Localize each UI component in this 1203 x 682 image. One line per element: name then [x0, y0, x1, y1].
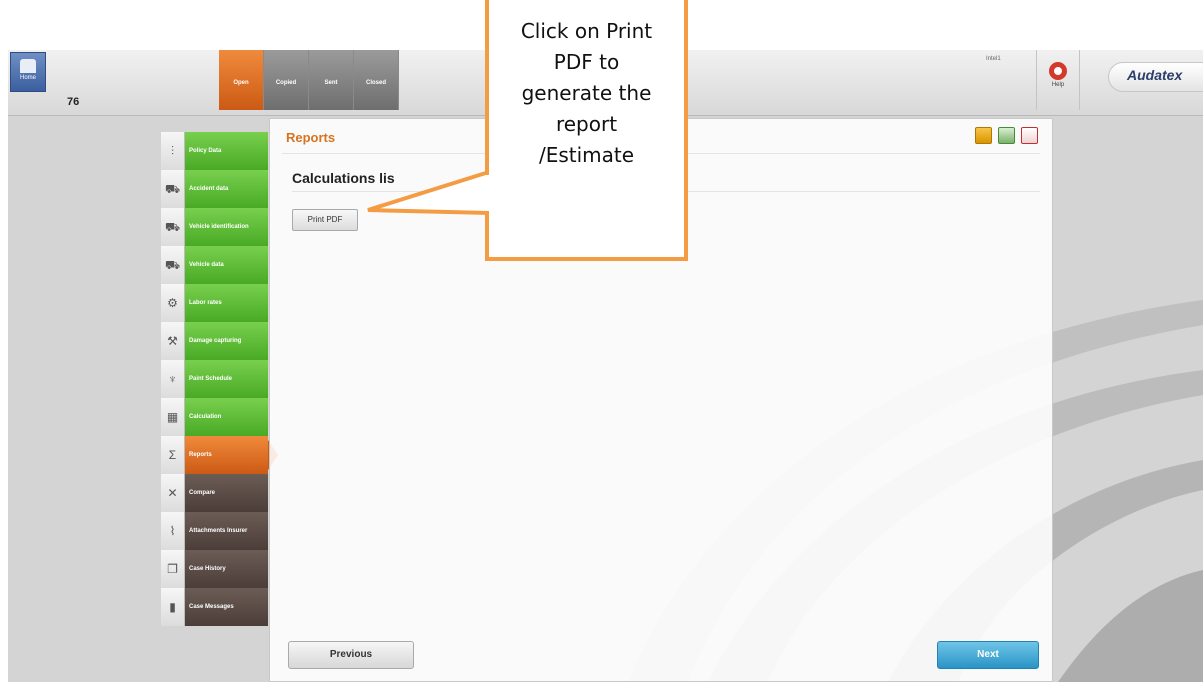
user-label: Intel1: [986, 56, 1001, 62]
export-pdf-icon[interactable]: [1021, 127, 1038, 144]
history-icon: ❐: [161, 550, 185, 588]
nav-item-compare[interactable]: ✕ Compare: [161, 474, 268, 512]
labor-icon: ⚙: [161, 284, 185, 322]
nav-item-label: Case History: [185, 550, 268, 588]
nav-item-policy-data[interactable]: ⫶ Policy Data: [161, 132, 268, 170]
sigma-icon: Σ: [161, 436, 185, 474]
calculations-list-title: Calculations lis: [292, 170, 395, 186]
car-icon: ⛟: [161, 170, 185, 208]
nav-item-label: Damage capturing: [185, 322, 268, 360]
nav-item-vehicle-identification[interactable]: ⛟ Vehicle identification: [161, 208, 268, 246]
nav-item-label: Reports: [185, 436, 268, 474]
calculator-icon: ▦: [161, 398, 185, 436]
next-button[interactable]: Next: [937, 641, 1039, 669]
car-icon: ⛟: [161, 208, 185, 246]
car-icon: ⛟: [161, 246, 185, 284]
nav-item-case-messages[interactable]: ▮ Case Messages: [161, 588, 268, 626]
print-pdf-button[interactable]: Print PDF: [292, 209, 358, 231]
help-button[interactable]: Help: [1036, 50, 1080, 110]
callout-joint: [485, 175, 493, 211]
home-button-label: Home: [19, 75, 36, 81]
nav-item-attachments-insurer[interactable]: ⌇ Attachments Insurer: [161, 512, 268, 550]
workflow-nav: ⫶ Policy Data ⛟ Accident data ⛟ Vehicle …: [161, 132, 278, 626]
case-number: 76: [67, 96, 80, 108]
nav-item-labor-rates[interactable]: ⚙ Labor rates: [161, 284, 268, 322]
home-button[interactable]: Home: [10, 52, 46, 92]
hammer-icon: ⚒: [161, 322, 185, 360]
nav-item-label: Accident data: [185, 170, 268, 208]
nav-item-calculation[interactable]: ▦ Calculation: [161, 398, 268, 436]
spray-icon: ♆: [161, 360, 185, 398]
nav-item-label: Policy Data: [185, 132, 268, 170]
status-tab-sent[interactable]: Sent: [309, 50, 354, 110]
home-icon: [20, 59, 36, 73]
export-excel-icon[interactable]: [998, 127, 1015, 144]
brand-logo: Audatex: [1108, 62, 1203, 92]
nav-item-label: Vehicle data: [185, 246, 268, 284]
panel-title: Reports: [286, 130, 336, 145]
nav-item-case-history[interactable]: ❐ Case History: [161, 550, 268, 588]
nav-item-label: Compare: [185, 474, 268, 512]
nav-item-label: Paint Schedule: [185, 360, 268, 398]
nav-item-damage-capturing[interactable]: ⚒ Damage capturing: [161, 322, 268, 360]
status-tabs: Open Copied Sent Closed: [219, 50, 399, 110]
nav-item-paint-schedule[interactable]: ♆ Paint Schedule: [161, 360, 268, 398]
status-tab-closed[interactable]: Closed: [354, 50, 399, 110]
paperclip-icon: ⌇: [161, 512, 185, 550]
callout-box: Click on Print PDF to generate the repor…: [485, 0, 688, 261]
nav-item-label: Case Messages: [185, 588, 268, 626]
brand-name: Audatex: [1127, 67, 1183, 83]
nav-item-label: Attachments Insurer: [185, 512, 268, 550]
lifebuoy-icon: [1049, 62, 1067, 80]
status-tab-copied[interactable]: Copied: [264, 50, 309, 110]
nav-item-label: Vehicle identification: [185, 208, 268, 246]
status-tab-open[interactable]: Open: [219, 50, 264, 110]
compare-icon: ✕: [161, 474, 185, 512]
nav-item-reports[interactable]: Σ Reports: [161, 436, 278, 474]
callout-text: Click on Print PDF to generate the repor…: [520, 19, 653, 167]
previous-button[interactable]: Previous: [288, 641, 414, 669]
panel-toolbar: [975, 127, 1038, 144]
screenshot-root: Home 76 Open Copied Sent Closed Intel1 H…: [0, 0, 1203, 682]
nav-item-vehicle-data[interactable]: ⛟ Vehicle data: [161, 246, 268, 284]
nav-item-label: Calculation: [185, 398, 268, 436]
nav-item-label: Labor rates: [185, 284, 268, 322]
messages-icon: ▮: [161, 588, 185, 626]
save-icon[interactable]: [975, 127, 992, 144]
nav-item-accident-data[interactable]: ⛟ Accident data: [161, 170, 268, 208]
help-button-label: Help: [1051, 82, 1065, 88]
sliders-icon: ⫶: [161, 132, 185, 170]
